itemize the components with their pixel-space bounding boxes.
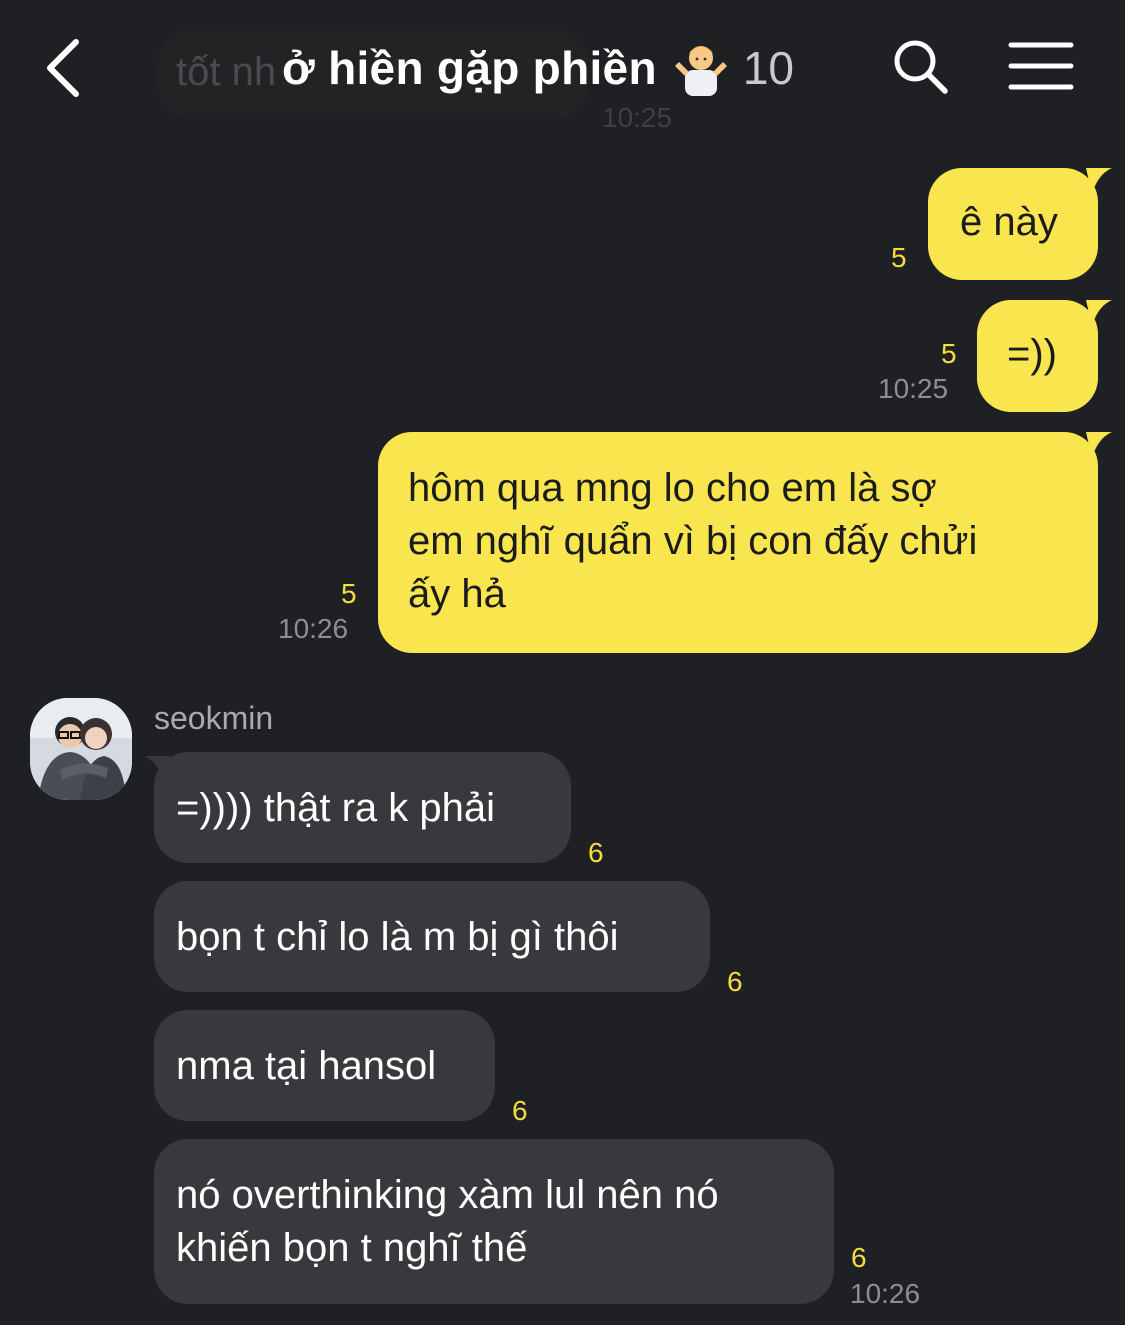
message-text-line: nó overthinking xàm lul nên nó	[176, 1173, 719, 1217]
unread-count: 6	[512, 1095, 528, 1126]
message-text-line: hôm qua mng lo cho em là sợ	[408, 466, 937, 510]
menu-icon[interactable]	[1008, 40, 1074, 92]
unread-count: 5	[941, 338, 957, 369]
unread-count: 6	[727, 966, 743, 997]
chat-header: ở hiền gặp phiền 10	[0, 0, 1125, 135]
message-timestamp: 10:26	[850, 1278, 921, 1309]
message-timestamp: 10:26	[278, 613, 349, 644]
message-text: nma tại hansol	[176, 1044, 437, 1088]
message-bubble-outgoing[interactable]: =))	[977, 300, 1098, 412]
unread-count: 5	[341, 578, 357, 609]
message-bubble-incoming[interactable]: =)))) thật ra k phải	[154, 752, 571, 863]
member-count: 10	[742, 42, 795, 94]
message-bubble-incoming[interactable]: nma tại hansol	[154, 1010, 495, 1121]
chat-screen: tốt nh 10:25 ở hiền gặp phiền 10 ê này 5…	[0, 0, 1125, 1325]
message-bubble-outgoing[interactable]: ê này	[928, 168, 1098, 280]
message-text-line: ấy hả	[408, 572, 506, 616]
chat-title-area[interactable]: ở hiền gặp phiền 10	[282, 36, 794, 100]
message-bubble-incoming[interactable]: bọn t chỉ lo là m bị gì thôi	[154, 881, 710, 992]
message-timestamp: 10:25	[878, 373, 949, 404]
message-text: =)))) thật ra k phải	[176, 786, 496, 830]
message-bubble-incoming[interactable]: nó overthinking xàm lul nên nó khiến bọn…	[154, 1139, 834, 1304]
message-text: ê này	[960, 200, 1058, 244]
sender-avatar[interactable]	[30, 698, 132, 800]
message-text-line: khiến bọn t nghĩ thế	[176, 1226, 528, 1270]
message-bubble-outgoing[interactable]: hôm qua mng lo cho em là sợ em nghĩ quẩn…	[378, 432, 1098, 653]
person-shrugging-emoji-icon	[674, 46, 727, 96]
avatar-photo-icon	[30, 698, 132, 800]
unread-count: 5	[891, 242, 907, 273]
sender-name: seokmin	[154, 700, 274, 736]
back-arrow-icon[interactable]	[40, 36, 90, 100]
message-text-line: em nghĩ quẩn vì bị con đấy chửi	[408, 519, 978, 563]
message-text: bọn t chỉ lo là m bị gì thôi	[176, 915, 619, 959]
unread-count: 6	[851, 1242, 867, 1273]
search-icon[interactable]	[890, 36, 950, 96]
message-text: =))	[1007, 332, 1057, 376]
chat-title: ở hiền gặp phiền	[282, 42, 657, 94]
unread-count: 6	[588, 837, 604, 868]
